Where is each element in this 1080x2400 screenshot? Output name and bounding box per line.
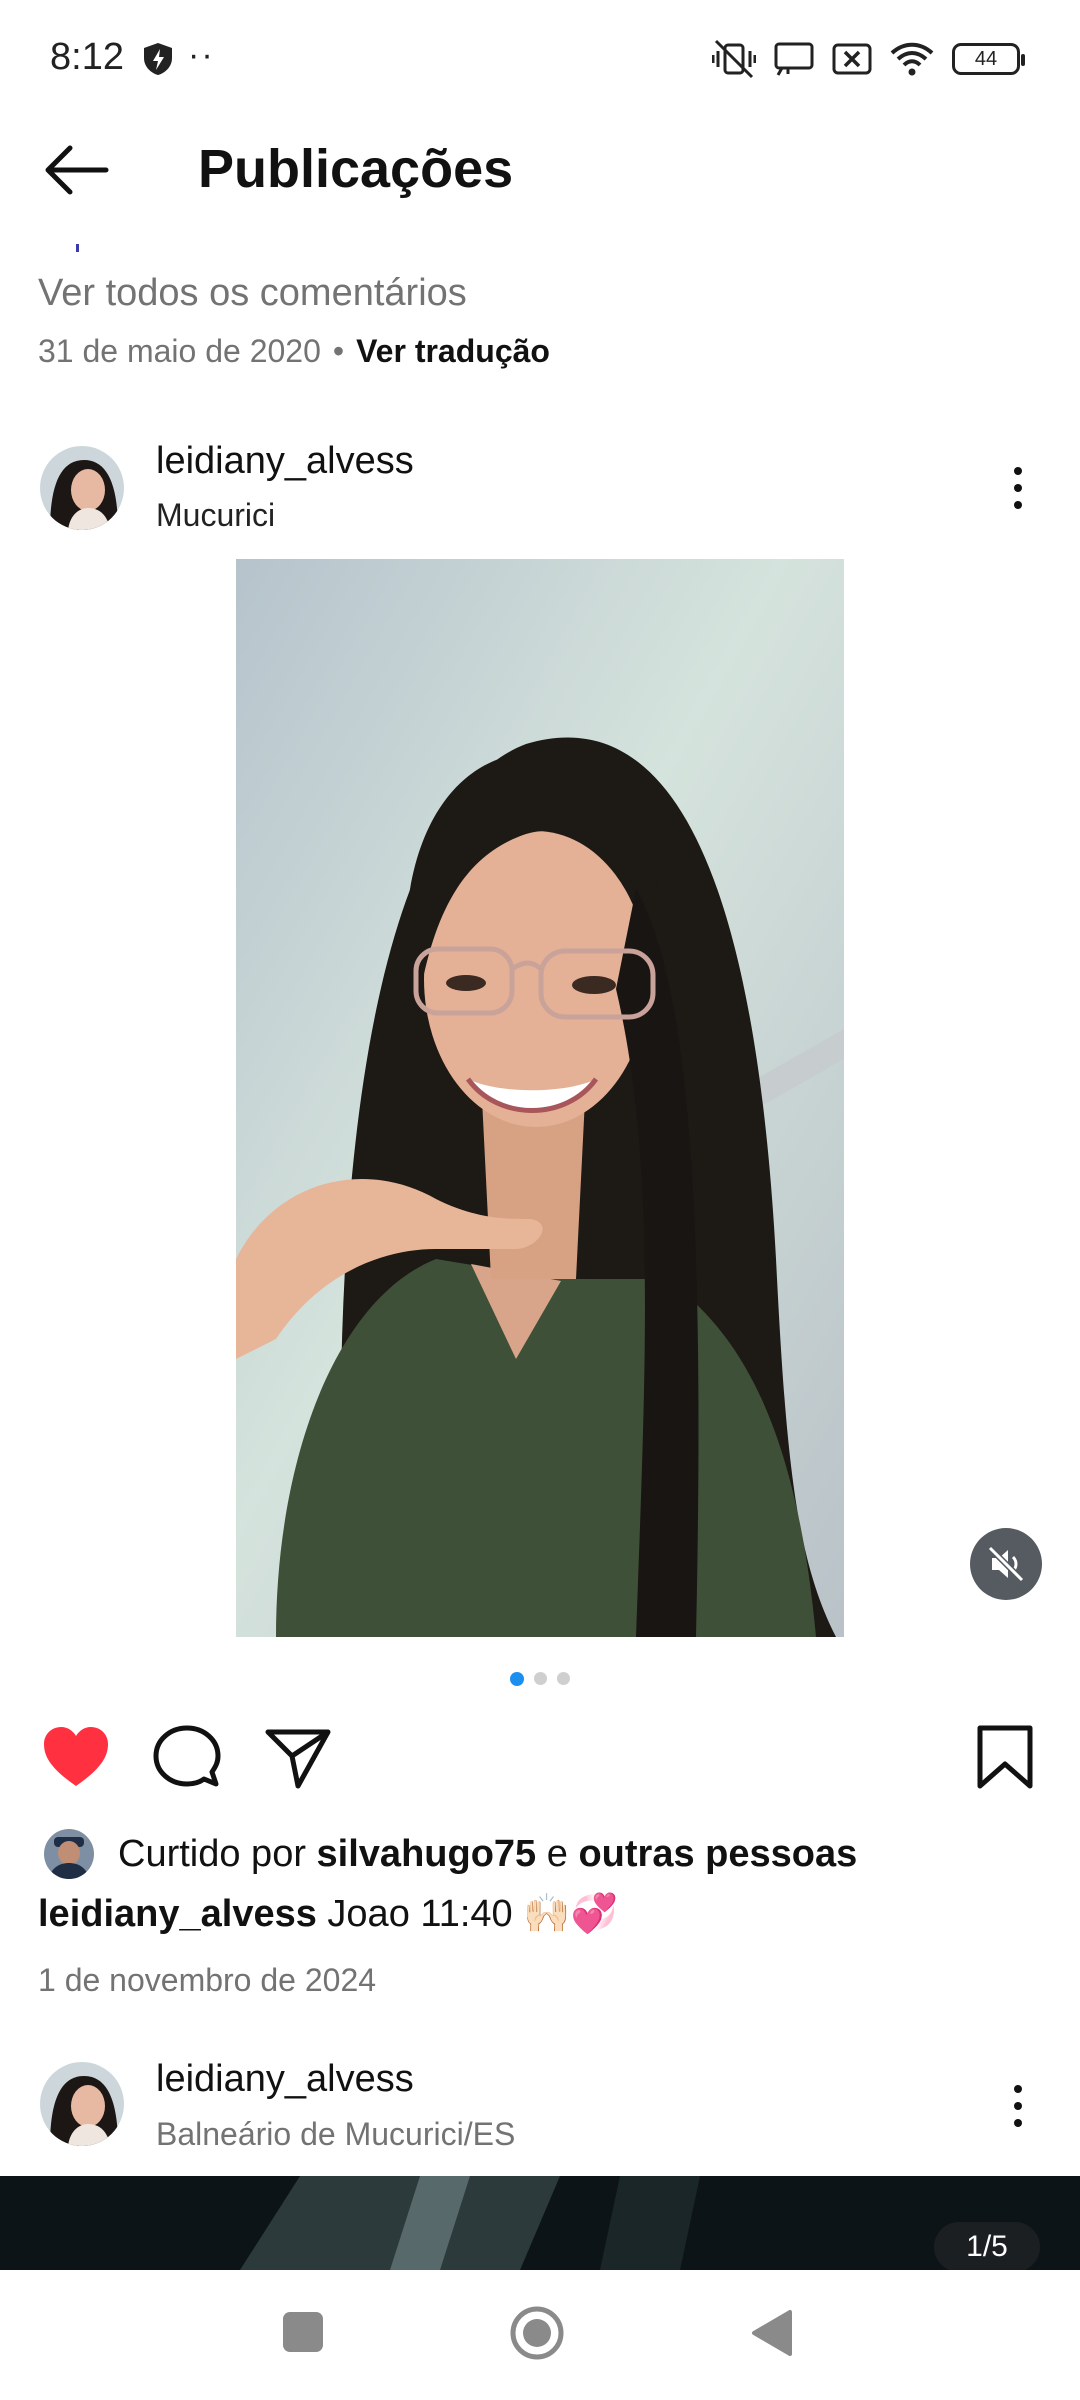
- carousel-dot: [557, 1672, 570, 1685]
- caption-text: Joao 11:40 🙌🏻💞: [327, 1893, 618, 1935]
- liked-by-row[interactable]: Curtido por silvahugo75 e outras pessoas: [44, 1826, 857, 1882]
- wifi-icon: [890, 42, 934, 76]
- carousel-counter-badge: 1/5: [934, 2222, 1040, 2272]
- liked-by-connector: e: [546, 1832, 568, 1875]
- more-options-icon[interactable]: [998, 2076, 1038, 2136]
- liked-by-others-link[interactable]: outras pessoas: [578, 1833, 857, 1875]
- next-post-location[interactable]: Balneário de Mucurici/ES: [156, 2116, 515, 2153]
- battery-icon: 44: [952, 43, 1025, 75]
- liked-by-text: Curtido por silvahugo75 e outras pessoas: [118, 1833, 857, 1876]
- liker-avatar: [44, 1829, 94, 1879]
- post-date: 1 de novembro de 2024: [38, 1962, 377, 1998]
- back-triangle-icon[interactable]: [750, 2308, 794, 2358]
- liked-by-prefix: Curtido por: [118, 1832, 306, 1875]
- page-title: Publicações: [198, 139, 514, 199]
- comment-icon[interactable]: [152, 1722, 222, 1794]
- cast-icon: [774, 42, 814, 76]
- no-sim-icon: [832, 43, 872, 75]
- share-send-icon[interactable]: [262, 1722, 334, 1794]
- next-post-photo[interactable]: [0, 2176, 1080, 2270]
- avatar[interactable]: [40, 2062, 124, 2146]
- post-caption: leidiany_alvess Joao 11:40 🙌🏻💞: [38, 1892, 618, 1936]
- carousel-dot: [534, 1672, 547, 1685]
- bookmark-icon[interactable]: [972, 1722, 1038, 1794]
- clipped-text-fragment: [76, 244, 79, 252]
- caption-username[interactable]: leidiany_alvess: [38, 1893, 317, 1935]
- battery-level: 44: [974, 47, 998, 70]
- avatar[interactable]: [40, 446, 124, 530]
- back-arrow-icon[interactable]: [40, 140, 112, 200]
- carousel-dot-active: [510, 1672, 524, 1686]
- audio-muted-icon[interactable]: [970, 1528, 1042, 1600]
- status-icons: 44: [712, 38, 1025, 80]
- liked-by-user-link[interactable]: silvahugo75: [317, 1833, 537, 1875]
- home-icon[interactable]: [509, 2305, 565, 2361]
- see-translation-link[interactable]: Ver tradução: [356, 333, 550, 369]
- next-post-username[interactable]: leidiany_alvess: [156, 2058, 414, 2101]
- previous-post-date: 31 de maio de 2020: [38, 333, 321, 369]
- shield-icon: [144, 43, 172, 75]
- previous-post-date-row: 31 de maio de 2020 • Ver tradução: [38, 333, 550, 370]
- status-notification-dots: ··: [188, 36, 215, 74]
- status-bar: 8:12 ·· 44: [0, 0, 1080, 120]
- more-options-icon[interactable]: [998, 458, 1038, 518]
- post-username[interactable]: leidiany_alvess: [156, 440, 414, 483]
- carousel-indicator: [0, 1672, 1080, 1686]
- post-location[interactable]: Mucurici: [156, 497, 275, 534]
- post-photo[interactable]: [236, 559, 844, 1637]
- status-time: 8:12: [50, 36, 124, 78]
- separator-dot: •: [332, 333, 345, 369]
- view-all-comments-link[interactable]: Ver todos os comentários: [38, 272, 467, 315]
- like-heart-icon[interactable]: [40, 1722, 112, 1794]
- vibrate-off-icon: [712, 39, 756, 79]
- recent-apps-icon[interactable]: [283, 2312, 323, 2352]
